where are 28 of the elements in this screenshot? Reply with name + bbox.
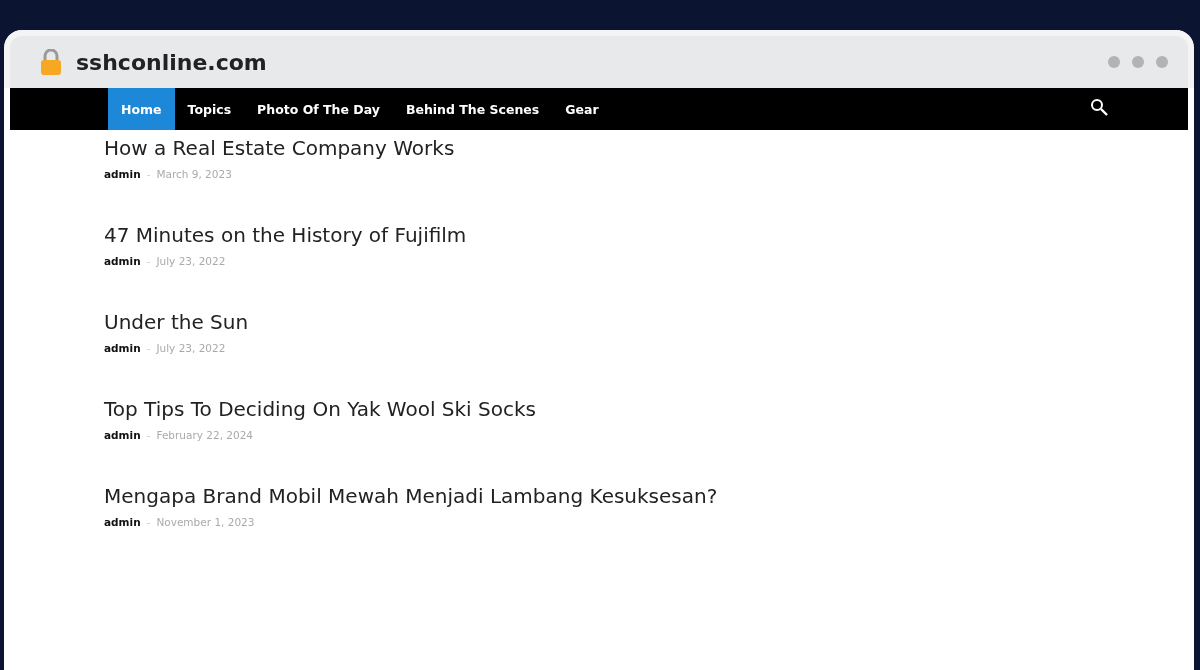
lock-icon xyxy=(40,49,62,75)
post-title[interactable]: Mengapa Brand Mobil Mewah Menjadi Lambang Kesuksesan? xyxy=(104,484,1194,508)
meta-separator: - xyxy=(146,168,151,180)
nav-tab[interactable]: Photo Of The Day xyxy=(244,88,393,130)
post-date: July 23, 2022 xyxy=(156,342,226,354)
meta-separator: - xyxy=(146,516,151,528)
address-text[interactable]: sshconline.com xyxy=(76,49,267,75)
nav-tab[interactable]: Home xyxy=(108,88,175,130)
post-date: February 22, 2024 xyxy=(156,429,254,441)
post-date: July 23, 2022 xyxy=(156,255,226,267)
meta-separator: - xyxy=(146,255,151,267)
post-title[interactable]: Under the Sun xyxy=(104,310,1194,334)
search-icon[interactable] xyxy=(1090,98,1108,116)
nav-tab[interactable]: Behind The Scenes xyxy=(392,88,553,130)
author-link[interactable]: admin xyxy=(104,255,141,267)
author-link[interactable]: admin xyxy=(104,429,141,441)
author-link[interactable]: admin xyxy=(104,342,141,354)
author-link[interactable]: admin xyxy=(104,168,141,180)
post-date: March 9, 2023 xyxy=(156,168,232,180)
nav-tab[interactable]: Gear xyxy=(552,88,612,130)
post-title[interactable]: 47 Minutes on the History of Fujifilm xyxy=(104,223,1194,247)
post-date: November 1, 2023 xyxy=(156,516,255,528)
meta-separator: - xyxy=(146,429,151,441)
meta-separator: - xyxy=(146,342,151,354)
post-title[interactable]: Top Tips To Deciding On Yak Wool Ski Socks xyxy=(104,397,1194,421)
nav-tab[interactable]: Topics xyxy=(174,88,245,130)
post-title[interactable]: How a Real Estate Company Works xyxy=(104,136,1194,160)
author-link[interactable]: admin xyxy=(104,516,141,528)
